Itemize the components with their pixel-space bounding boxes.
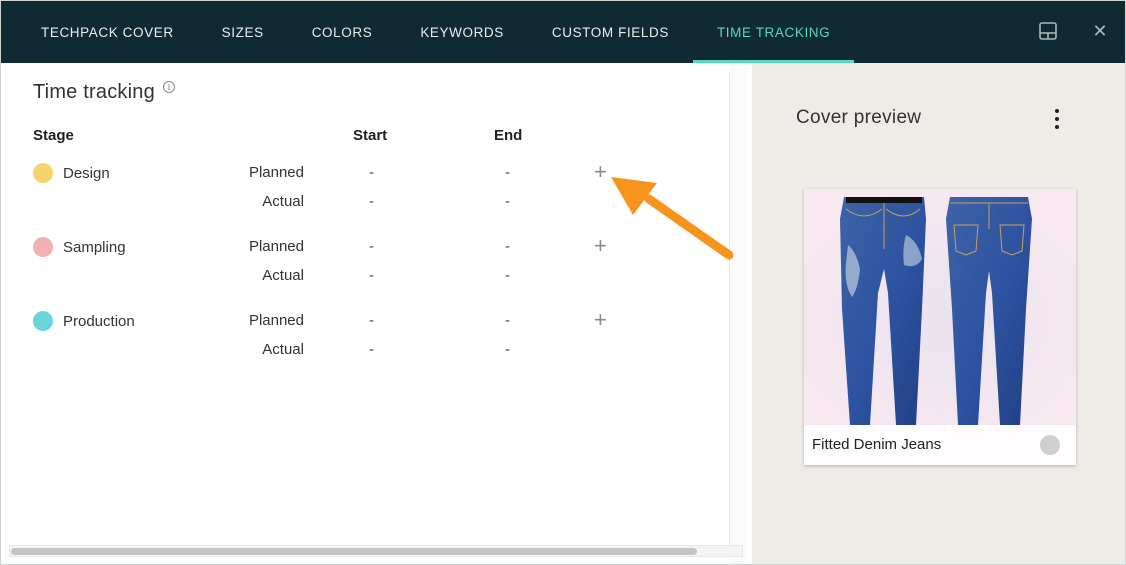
actual-start-value[interactable]: -	[369, 341, 374, 358]
time-tracking-panel: Time tracking i Stage Start End Design P…	[3, 63, 745, 564]
info-icon[interactable]: i	[162, 81, 175, 93]
planned-start-value[interactable]: -	[369, 312, 374, 329]
planned-end-value[interactable]: -	[505, 238, 510, 255]
tab-sizes[interactable]: SIZES	[198, 1, 288, 63]
product-name: Fitted Denim Jeans	[812, 436, 942, 453]
row-label-actual: Actual	[262, 193, 304, 210]
panel-layout-icon[interactable]	[1036, 19, 1060, 43]
stage-color-dot	[33, 237, 53, 257]
planned-start-value[interactable]: -	[369, 164, 374, 181]
planned-start-value[interactable]: -	[369, 238, 374, 255]
tab-time-tracking[interactable]: TIME TRACKING	[692, 1, 855, 63]
column-header-start: Start	[353, 127, 388, 144]
section-header: Time tracking i	[33, 81, 175, 104]
tab-custom-fields[interactable]: CUSTOM FIELDS	[528, 1, 693, 63]
planned-end-value[interactable]: -	[505, 312, 510, 329]
card-caption: Fitted Denim Jeans	[804, 425, 1076, 465]
stage-color-dot	[33, 163, 53, 183]
stage-color-dot	[33, 311, 53, 331]
horizontal-scrollbar-thumb[interactable]	[11, 548, 697, 555]
add-date-button[interactable]: +	[594, 235, 607, 257]
column-header-stage: Stage	[33, 127, 74, 144]
row-label-actual: Actual	[262, 267, 304, 284]
vertical-scroll-area	[730, 63, 745, 564]
planned-end-value[interactable]: -	[505, 164, 510, 181]
tab-bar: TECHPACK COVER SIZES COLORS KEYWORDS CUS…	[1, 1, 1125, 63]
tab-techpack-cover[interactable]: TECHPACK COVER	[17, 1, 198, 63]
product-card[interactable]: Fitted Denim Jeans	[804, 189, 1076, 465]
row-label-planned: Planned	[248, 312, 304, 329]
add-date-button[interactable]: +	[594, 161, 607, 183]
actual-end-value[interactable]: -	[505, 193, 510, 210]
panel-layout-icon-svg	[1039, 22, 1057, 40]
actual-end-value[interactable]: -	[505, 267, 510, 284]
actual-start-value[interactable]: -	[369, 193, 374, 210]
stage-label: Design	[33, 163, 110, 183]
techpack-dialog: TECHPACK COVER SIZES COLORS KEYWORDS CUS…	[0, 0, 1126, 565]
stage-label: Sampling	[33, 237, 126, 257]
tab-keywords[interactable]: KEYWORDS	[396, 1, 528, 63]
column-header-end: End	[494, 127, 523, 144]
stage-name: Production	[63, 312, 135, 330]
stage-label: Production	[33, 311, 135, 331]
more-vert-icon[interactable]	[1050, 109, 1064, 129]
close-icon[interactable]: ✕	[1088, 19, 1112, 43]
tabs: TECHPACK COVER SIZES COLORS KEYWORDS CUS…	[17, 1, 855, 63]
status-dot-icon[interactable]	[1040, 435, 1060, 455]
cover-preview-title: Cover preview	[796, 107, 922, 128]
tab-colors[interactable]: COLORS	[288, 1, 397, 63]
actual-end-value[interactable]: -	[505, 341, 510, 358]
actual-start-value[interactable]: -	[369, 267, 374, 284]
stage-name: Design	[63, 164, 110, 182]
jeans-image	[804, 189, 1076, 425]
row-label-actual: Actual	[262, 341, 304, 358]
row-label-planned: Planned	[248, 164, 304, 181]
cover-preview-panel: Cover preview Fitted Denim Jeans	[752, 63, 1125, 564]
section-title: Time tracking	[33, 81, 155, 103]
add-date-button[interactable]: +	[594, 309, 607, 331]
stage-name: Sampling	[63, 238, 126, 256]
row-label-planned: Planned	[248, 238, 304, 255]
